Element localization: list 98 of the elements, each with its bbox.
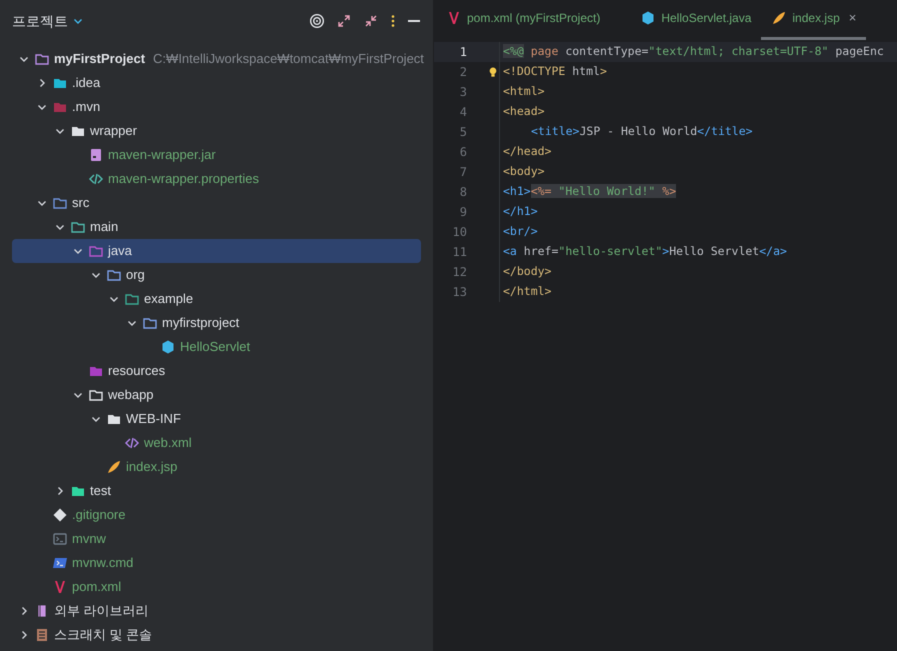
line-number: 6	[458, 144, 467, 161]
tree-row[interactable]: example	[12, 287, 421, 311]
tree-row[interactable]: webapp	[12, 383, 421, 407]
tree-row[interactable]: HelloServlet	[12, 335, 421, 359]
file-name: main	[90, 218, 118, 236]
code-icon	[88, 171, 104, 187]
tree-row[interactable]: maven-wrapper.jar	[12, 143, 421, 167]
file-name: index.jsp	[126, 458, 178, 476]
tree-row[interactable]: web.xml	[12, 431, 421, 455]
code-line: <a href="hello-servlet">Hello Servlet</a>	[502, 243, 787, 260]
file-name: maven-wrapper.properties	[108, 170, 260, 188]
code-line: </body>	[502, 263, 552, 280]
lightbulb-icon[interactable]	[488, 66, 498, 79]
file-name: WEB-INF	[126, 410, 181, 428]
tree-row[interactable]: src	[12, 191, 421, 215]
file-name: HelloServlet	[180, 338, 250, 356]
tree-row[interactable]: mvnw	[12, 527, 421, 551]
line-number: 11	[452, 244, 467, 261]
expand-icon[interactable]	[336, 13, 352, 29]
target-icon[interactable]	[309, 13, 325, 29]
file-name: 스크래치 및 콘솔	[54, 626, 152, 644]
file-name: java	[108, 242, 132, 260]
tree-row[interactable]: .gitignore	[12, 503, 421, 527]
tree-row[interactable]: wrapper	[12, 119, 421, 143]
git-icon	[52, 507, 68, 523]
file-name: .mvn	[72, 98, 100, 116]
file-name: example	[144, 290, 194, 308]
tree-row[interactable]: WEB-INF	[12, 407, 421, 431]
code-line: <%@ page contentType="text/html; charset=UTF-8" pageEnc	[502, 43, 884, 60]
cube-icon	[640, 10, 656, 26]
feather-icon	[771, 10, 788, 26]
code-line: <body>	[502, 163, 545, 180]
line-number: 4	[458, 104, 467, 121]
tree-row[interactable]: 스크래치 및 콘솔	[12, 623, 421, 647]
code-line: </head>	[502, 143, 552, 160]
v-logo-icon	[52, 579, 68, 595]
code-line: <head>	[502, 103, 545, 120]
tree-row[interactable]: java	[12, 239, 421, 263]
editor-tab[interactable]: pom.xml (myFirstProject)	[434, 0, 630, 40]
file-name: 외부 라이브러리	[54, 602, 149, 620]
tree-row[interactable]: mvnw.cmd	[12, 551, 421, 575]
file-name: test	[90, 482, 111, 500]
code-line: <html>	[502, 83, 545, 100]
file-name: .idea	[72, 74, 100, 92]
tree-row[interactable]: .idea	[12, 71, 421, 95]
close-tab-button[interactable]: ×	[848, 8, 856, 28]
cube-icon	[160, 339, 176, 355]
project-path: C:₩IntelliJworkspace₩tomcat₩myFirstProject	[153, 50, 424, 68]
line-number: 3	[458, 84, 467, 101]
file-name: wrapper	[90, 122, 137, 140]
tree-row[interactable]: main	[12, 215, 421, 239]
line-number: 2	[458, 64, 467, 81]
terminal-icon	[52, 555, 68, 571]
collapse-icon[interactable]	[363, 13, 379, 29]
line-number: 1	[458, 44, 467, 61]
line-number: 13	[452, 284, 467, 301]
line-number: 5	[458, 124, 467, 141]
archive-icon	[88, 147, 104, 163]
line-number: 10	[452, 224, 467, 241]
code-line: <title>JSP - Hello World</title>	[530, 123, 753, 140]
feather-icon	[106, 459, 122, 475]
terminal-icon	[52, 531, 68, 547]
panel-title[interactable]: 프로젝트	[12, 10, 68, 32]
file-name: .gitignore	[72, 506, 126, 524]
code-icon	[124, 435, 140, 451]
file-name: myfirstproject	[162, 314, 240, 332]
file-name: src	[72, 194, 90, 212]
tree-row[interactable]: test	[12, 479, 421, 503]
editor-tab[interactable]: HelloServlet.java	[630, 0, 762, 40]
code-line: </html>	[502, 283, 552, 300]
file-name: pom.xml	[72, 578, 122, 596]
file-name: web.xml	[144, 434, 192, 452]
file-name: resources	[108, 362, 166, 380]
line-number: 8	[458, 184, 467, 201]
line-number: 12	[452, 264, 467, 281]
tree-row[interactable]: pom.xml	[12, 575, 421, 599]
file-name: myFirstProject	[54, 50, 146, 68]
file-name: mvnw	[72, 530, 106, 548]
v-logo-icon	[446, 10, 462, 26]
code-line: <h1><%= "Hello World!" %>	[502, 183, 676, 200]
tree-row[interactable]: maven-wrapper.properties	[12, 167, 421, 191]
tree-row[interactable]: myfirstproject	[12, 311, 421, 335]
code-line: <!DOCTYPE html>	[502, 63, 607, 80]
tree-row[interactable]: resources	[12, 359, 421, 383]
file-name: maven-wrapper.jar	[108, 146, 216, 164]
list-icon	[34, 627, 50, 643]
line-number: 7	[458, 164, 467, 181]
tree-row[interactable]: org	[12, 263, 421, 287]
tree-row[interactable]: .mvn	[12, 95, 421, 119]
file-name: mvnw.cmd	[72, 554, 134, 572]
more-icon[interactable]	[390, 13, 396, 29]
code-line: </h1>	[502, 203, 538, 220]
tree-row[interactable]: index.jsp	[12, 455, 421, 479]
code-line: <br/>	[502, 223, 538, 240]
file-name: webapp	[108, 386, 154, 404]
file-name: org	[126, 266, 145, 284]
line-number: 9	[458, 204, 467, 221]
tree-row[interactable]: 외부 라이브러리	[12, 599, 421, 623]
